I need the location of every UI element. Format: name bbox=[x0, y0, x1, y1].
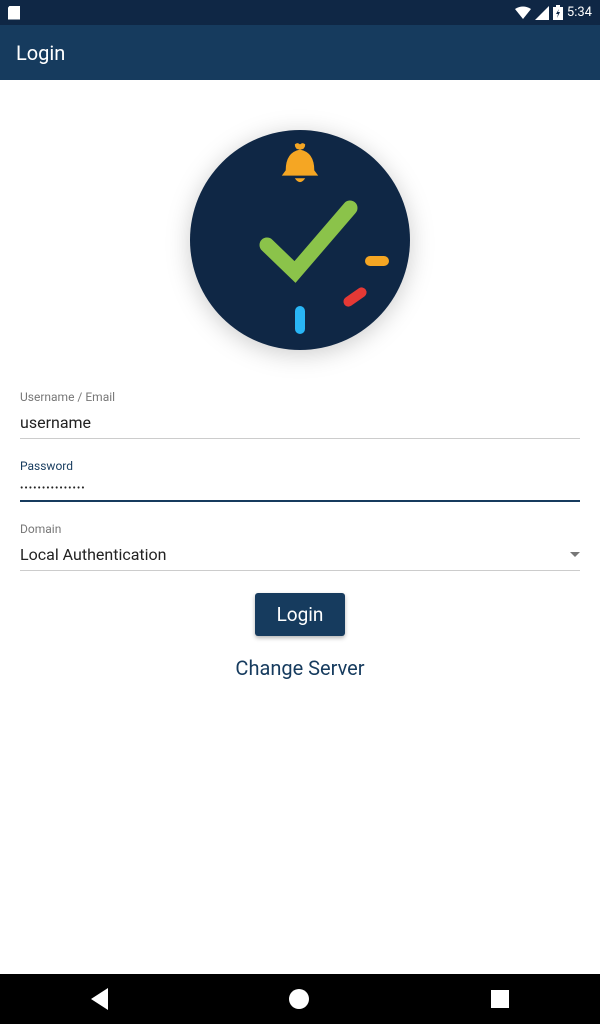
page-title: Login bbox=[16, 41, 65, 65]
password-label: Password bbox=[20, 459, 580, 473]
password-input[interactable] bbox=[20, 477, 580, 502]
username-label: Username / Email bbox=[20, 390, 580, 404]
android-status-bar: 5:34 bbox=[0, 0, 600, 25]
chevron-down-icon bbox=[570, 552, 580, 557]
password-field-group: Password bbox=[20, 459, 580, 502]
nav-recent-icon[interactable] bbox=[491, 990, 509, 1008]
sd-card-icon bbox=[8, 6, 20, 20]
domain-label: Domain bbox=[20, 522, 580, 536]
login-button[interactable]: Login bbox=[255, 593, 346, 636]
app-logo-clock-icon bbox=[190, 130, 410, 350]
nav-home-icon[interactable] bbox=[289, 989, 309, 1009]
username-input[interactable] bbox=[20, 407, 580, 439]
username-field-group: Username / Email bbox=[20, 390, 580, 439]
signal-icon bbox=[535, 6, 549, 20]
nav-back-icon[interactable] bbox=[91, 988, 108, 1010]
status-time: 5:34 bbox=[567, 5, 592, 20]
battery-charging-icon bbox=[553, 5, 563, 20]
logo-container bbox=[20, 80, 580, 390]
app-bar: Login bbox=[0, 25, 600, 80]
domain-select[interactable]: Local Authentication bbox=[20, 539, 580, 571]
wifi-icon bbox=[515, 6, 531, 20]
android-nav-bar bbox=[0, 974, 600, 1024]
domain-selected-value: Local Authentication bbox=[20, 545, 167, 564]
domain-field-group: Domain Local Authentication bbox=[20, 522, 580, 571]
change-server-link[interactable]: Change Server bbox=[20, 656, 580, 680]
